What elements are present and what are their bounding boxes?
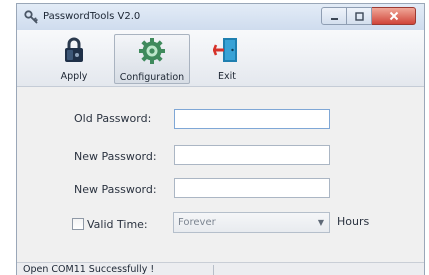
apply-button[interactable]: Apply	[45, 34, 103, 84]
confirm-password-label: New Password:	[74, 183, 157, 196]
status-divider	[213, 265, 214, 275]
status-bar: Open COM11 Successfully !	[17, 262, 424, 275]
hours-label: Hours	[337, 215, 370, 228]
exit-label: Exit	[218, 71, 236, 82]
chevron-down-icon: ▼	[317, 218, 324, 227]
new-password-label: New Password:	[74, 150, 157, 163]
window-controls	[321, 7, 416, 25]
maximize-icon	[354, 11, 364, 21]
close-button[interactable]	[372, 7, 416, 25]
exit-door-icon	[212, 38, 237, 62]
close-icon	[389, 11, 398, 21]
exit-button[interactable]: Exit	[203, 34, 251, 84]
lock-icon	[65, 37, 83, 62]
toolbar: Apply Configuration Exit	[17, 30, 424, 87]
window-title: PasswordTools V2.0	[43, 11, 141, 22]
old-password-input[interactable]	[174, 109, 330, 129]
apply-label: Apply	[60, 71, 88, 82]
status-message: Open COM11 Successfully !	[23, 264, 155, 275]
valid-time-select[interactable]: Forever ▼	[173, 212, 330, 233]
minimize-icon	[330, 17, 338, 20]
app-window: PasswordTools V2.0 Apply Configuration E…	[16, 3, 425, 275]
valid-time-label: Valid Time:	[87, 217, 148, 231]
confirm-password-input[interactable]	[174, 178, 330, 198]
configuration-button[interactable]: Configuration	[114, 34, 190, 84]
minimize-button[interactable]	[321, 7, 347, 25]
old-password-label: Old Password:	[74, 112, 152, 125]
valid-time-selected-value: Forever	[178, 217, 216, 228]
valid-time-row: Valid Time:	[72, 217, 148, 231]
valid-time-checkbox[interactable]	[72, 218, 84, 230]
maximize-button[interactable]	[347, 7, 372, 25]
gear-icon	[139, 38, 165, 64]
key-icon	[24, 10, 38, 24]
title-bar[interactable]: PasswordTools V2.0	[17, 4, 424, 31]
new-password-input[interactable]	[174, 145, 330, 165]
configuration-label: Configuration	[119, 72, 185, 83]
